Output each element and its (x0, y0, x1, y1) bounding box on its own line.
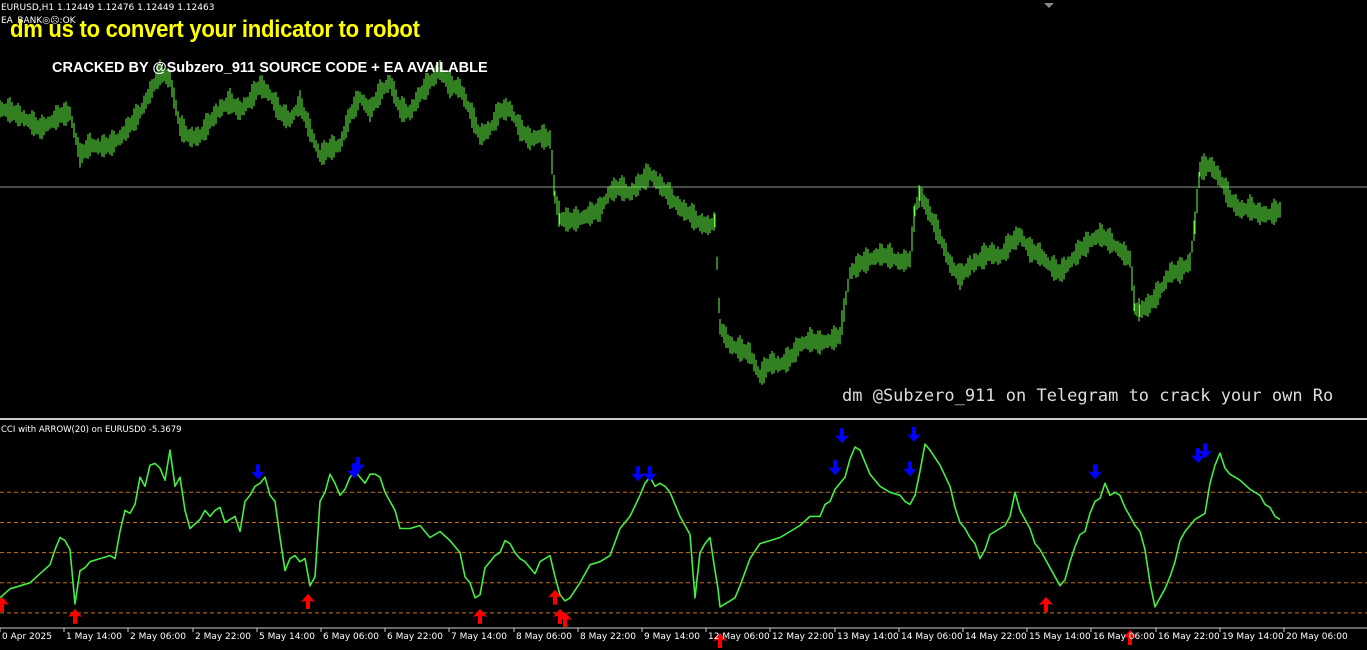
time-tick-label: 16 May 06:00 (1093, 632, 1155, 642)
time-tick-label: 8 May 06:00 (516, 632, 572, 642)
time-tick-label: 2 May 22:00 (195, 632, 251, 642)
time-tick-label: 6 May 06:00 (323, 632, 379, 642)
time-tick-label: 2 May 06:00 (130, 632, 186, 642)
time-tick-label: 13 May 14:00 (837, 632, 899, 642)
time-tick-label: 5 May 14:00 (259, 632, 315, 642)
telegram-note: dm @Subzero_911 on Telegram to crack you… (842, 386, 1334, 406)
time-axis-ticks (0, 628, 1285, 632)
time-tick-label: 7 May 14:00 (451, 632, 507, 642)
symbol-info: EURUSD,H1 1.12449 1.12476 1.12449 1.1246… (1, 3, 215, 13)
trading-chart[interactable] (0, 0, 1367, 650)
crack-banner: CRACKED BY @Subzero_911 SOURCE CODE + EA… (52, 60, 488, 76)
time-tick-label: 9 May 14:00 (644, 632, 700, 642)
time-tick-label: 0 Apr 2025 (2, 632, 52, 642)
time-tick-label: 15 May 14:00 (1029, 632, 1091, 642)
time-tick-label: 12 May 06:00 (708, 632, 770, 642)
time-tick-label: 6 May 22:00 (387, 632, 443, 642)
indicator-title: CCI with ARROW(20) on EURUSD0 -5.3679 (1, 425, 182, 435)
time-tick-label: 20 May 06:00 (1286, 632, 1348, 642)
time-tick-label: 8 May 22:00 (580, 632, 636, 642)
promo-headline: dm us to convert your indicator to robot (10, 16, 420, 43)
time-tick-label: 14 May 06:00 (901, 632, 963, 642)
time-tick-label: 16 May 22:00 (1158, 632, 1220, 642)
time-tick-label: 19 May 14:00 (1222, 632, 1284, 642)
time-tick-label: 14 May 22:00 (965, 632, 1027, 642)
time-tick-label: 1 May 14:00 (66, 632, 122, 642)
time-tick-label: 12 May 22:00 (772, 632, 834, 642)
